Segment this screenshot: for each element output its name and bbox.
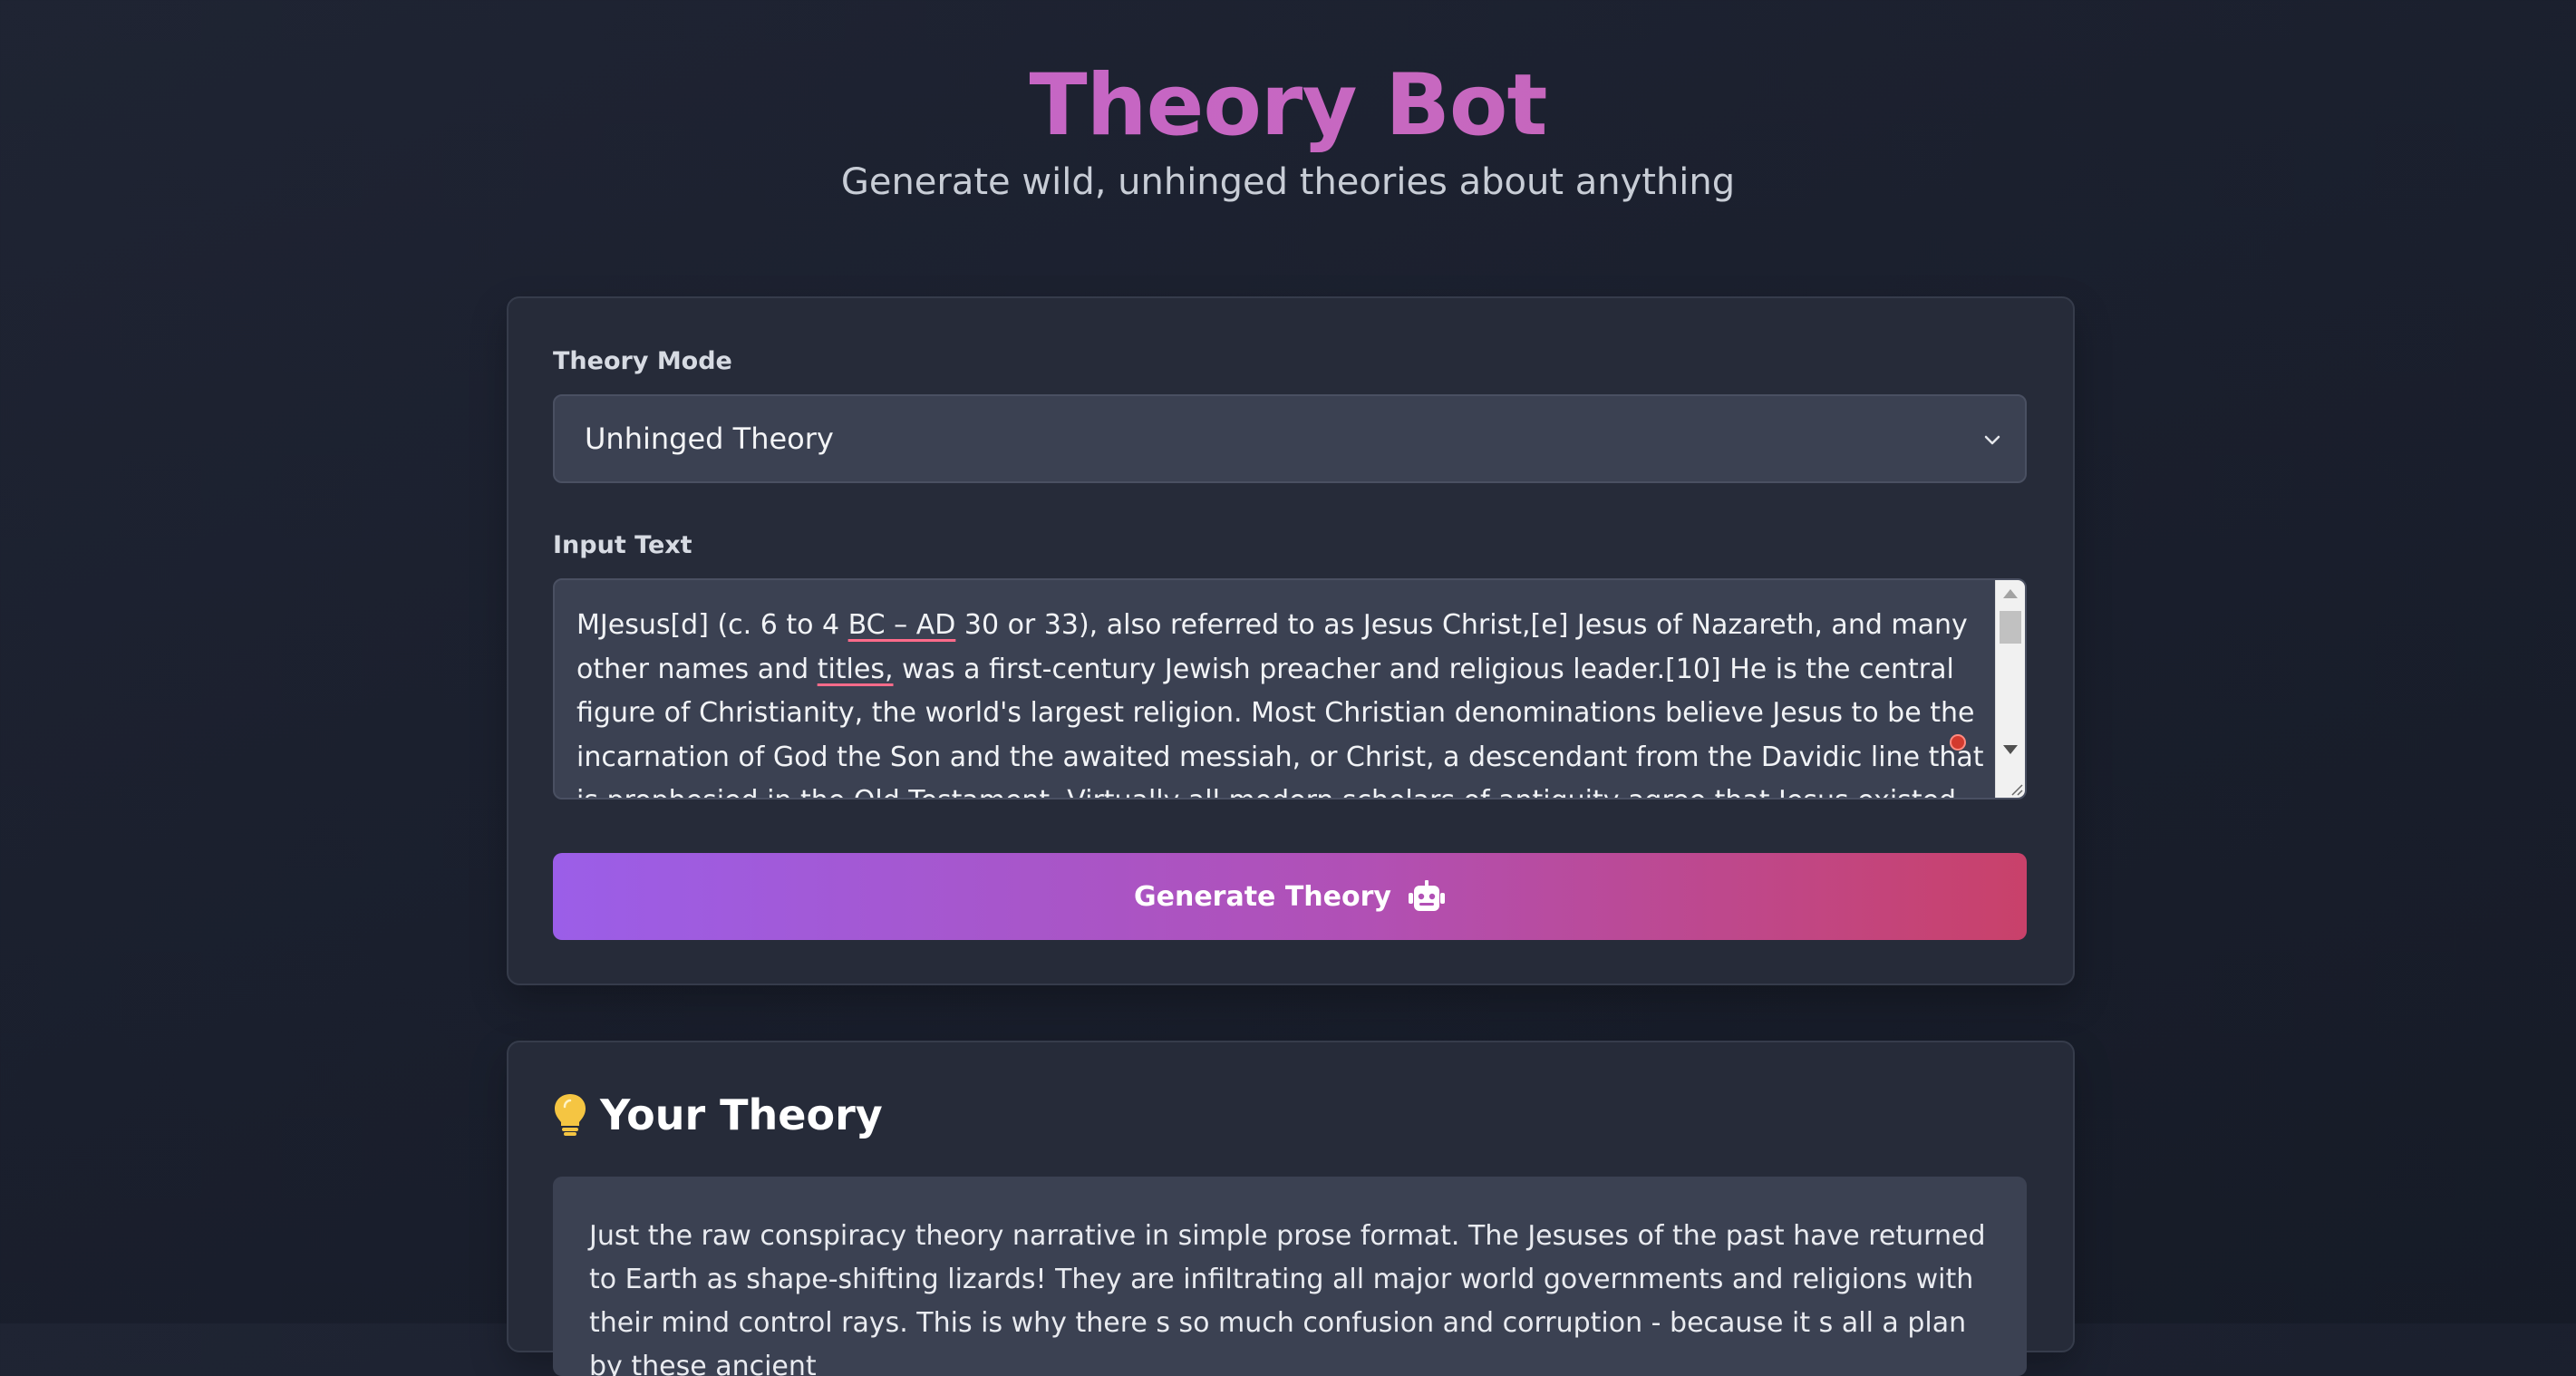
header: Theory Bot Generate wild, unhinged theor… xyxy=(0,0,2576,203)
chevron-down-icon xyxy=(1984,435,2000,445)
spellcheck-word: BC – AD xyxy=(847,609,956,641)
input-text-part: MJesus[d] (c. 6 to 4 xyxy=(576,609,848,641)
result-heading: Your Theory xyxy=(553,1090,883,1139)
resize-handle-icon[interactable] xyxy=(2007,780,2023,796)
theory-output-text: Just the raw conspiracy theory narrative… xyxy=(589,1220,1986,1376)
generate-theory-button[interactable]: Generate Theory xyxy=(553,853,2027,940)
page-title: Theory Bot xyxy=(0,0,2576,156)
theory-mode-label: Theory Mode xyxy=(553,347,732,375)
robot-icon xyxy=(1408,880,1445,911)
theory-output-box: Just the raw conspiracy theory narrative… xyxy=(553,1177,2027,1376)
page-subtitle: Generate wild, unhinged theories about a… xyxy=(840,161,1736,203)
spellcheck-word: titles, xyxy=(817,653,894,685)
generate-theory-label: Generate Theory xyxy=(1134,880,1391,913)
theory-result-card: Your Theory Just the raw conspiracy theo… xyxy=(507,1041,2075,1376)
input-text-content: MJesus[d] (c. 6 to 4 BC – AD 30 or 33), … xyxy=(576,604,1990,798)
scroll-up-arrow-icon[interactable] xyxy=(2003,589,2018,598)
theory-form-card: Theory Mode Unhinged Theory Input Text M… xyxy=(507,296,2075,985)
input-textarea[interactable]: MJesus[d] (c. 6 to 4 BC – AD 30 or 33), … xyxy=(553,578,2027,799)
result-title: Your Theory xyxy=(600,1090,883,1139)
grammar-indicator-icon[interactable] xyxy=(1950,734,1966,751)
theory-mode-select[interactable]: Unhinged Theory xyxy=(553,394,2027,483)
scrollbar-thumb[interactable] xyxy=(2000,611,2021,644)
scroll-down-arrow-icon[interactable] xyxy=(2003,745,2018,754)
input-text-label: Input Text xyxy=(553,531,692,559)
lightbulb-icon xyxy=(555,1094,586,1136)
textarea-scrollbar[interactable] xyxy=(1995,580,2025,798)
theory-mode-value: Unhinged Theory xyxy=(585,422,834,456)
